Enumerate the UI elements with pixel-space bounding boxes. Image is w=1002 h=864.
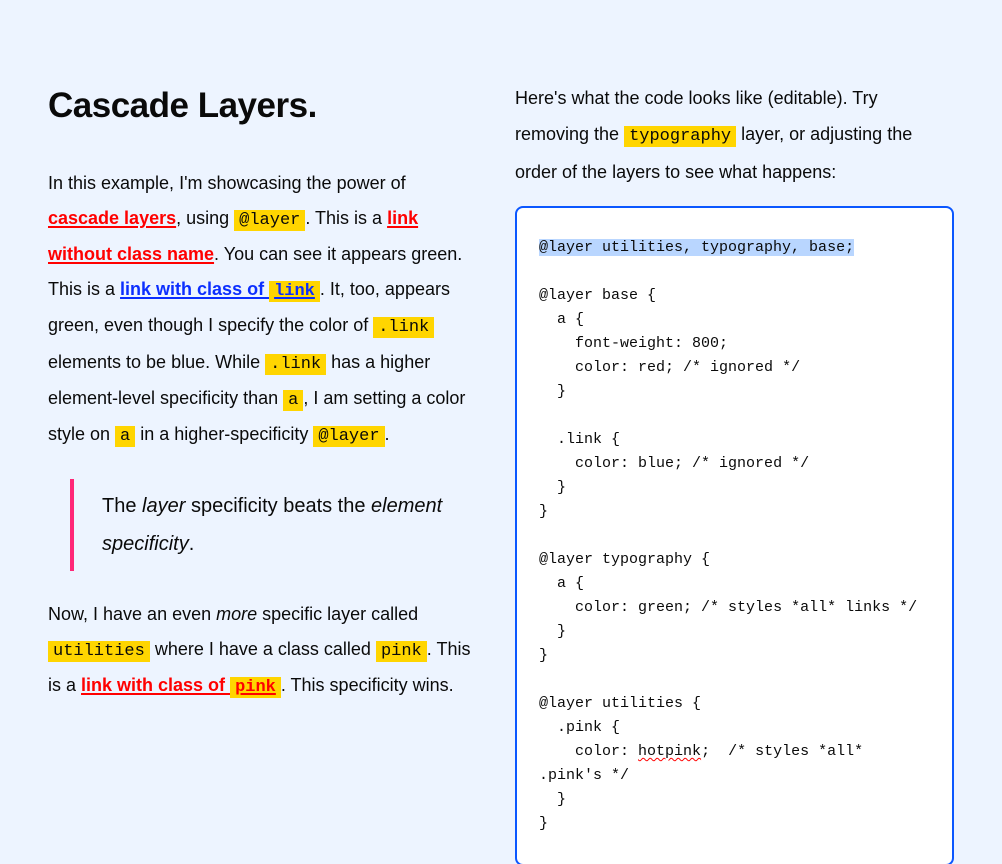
- text: in a higher-specificity: [135, 424, 313, 444]
- page-title: Cascade Layers.: [48, 86, 477, 126]
- code-dot-link-1: .link: [373, 317, 434, 338]
- code-pink: pink: [376, 641, 427, 662]
- paragraph-1: In this example, I'm showcasing the powe…: [48, 166, 477, 453]
- code-dot-link-2: .link: [265, 354, 326, 375]
- text: In this example, I'm showcasing the powe…: [48, 173, 406, 193]
- text: . This is a: [305, 208, 387, 228]
- code-selection: @layer utilities, typography, base;: [539, 239, 854, 256]
- text: .: [189, 533, 195, 555]
- code-a-1: a: [283, 390, 303, 411]
- link-text: link with class of: [81, 675, 230, 695]
- link-text: link with class of: [120, 279, 269, 299]
- text: .: [385, 424, 390, 444]
- code-pink-in-link: pink: [230, 677, 281, 698]
- paragraph-2: Now, I have an even more specific layer …: [48, 597, 477, 704]
- code-body: @layer base { a { font-weight: 800; colo…: [539, 287, 917, 760]
- text: specific layer called: [257, 604, 418, 624]
- code-typography: typography: [624, 126, 736, 147]
- text: where I have a class called: [150, 639, 376, 659]
- text: specificity beats the: [185, 495, 371, 517]
- code-a-2: a: [115, 426, 135, 447]
- link-cascade-layers[interactable]: cascade layers: [48, 208, 176, 228]
- right-intro: Here's what the code looks like (editabl…: [515, 80, 954, 190]
- em-more: more: [216, 604, 257, 624]
- blockquote: The layer specificity beats the element …: [70, 479, 477, 571]
- code-spellcheck-word: hotpink: [638, 743, 701, 760]
- em-layer: layer: [142, 495, 185, 517]
- text: elements to be blue. While: [48, 352, 265, 372]
- code-layer: @layer: [234, 210, 305, 231]
- code-layer-2: @layer: [313, 426, 384, 447]
- link-with-class-link[interactable]: link with class of link: [120, 279, 320, 299]
- text: Now, I have an even: [48, 604, 216, 624]
- link-with-class-pink[interactable]: link with class of pink: [81, 675, 281, 695]
- text: , using: [176, 208, 234, 228]
- code-editor[interactable]: @layer utilities, typography, base; @lay…: [515, 206, 954, 864]
- text: The: [102, 495, 142, 517]
- code-link-in-link: link: [269, 281, 320, 302]
- text: . This specificity wins.: [281, 675, 454, 695]
- code-utilities: utilities: [48, 641, 150, 662]
